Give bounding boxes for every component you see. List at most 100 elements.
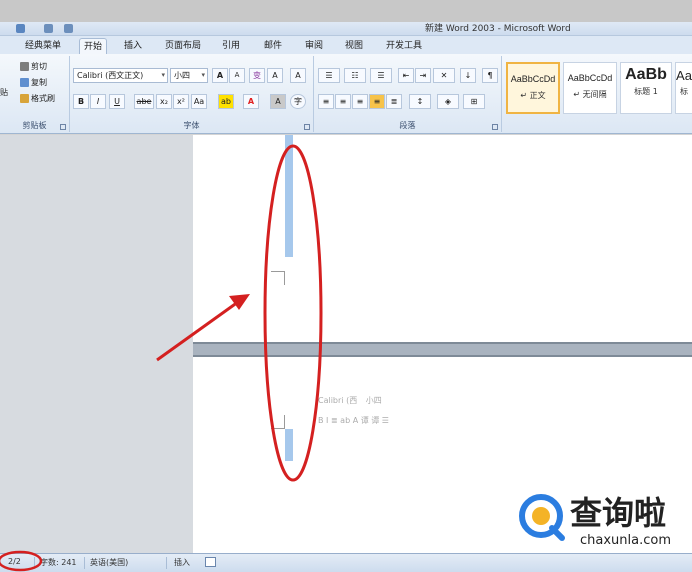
title-bar bbox=[0, 22, 692, 36]
cut-label: 剪切 bbox=[31, 62, 47, 71]
align-right-icon[interactable]: ≡ bbox=[352, 94, 368, 109]
sort-icon[interactable]: ↓ bbox=[460, 68, 476, 83]
page-gap bbox=[193, 346, 692, 355]
word-count[interactable]: 字数: 241 bbox=[40, 557, 77, 568]
bold-button[interactable]: B bbox=[73, 94, 89, 109]
mini-toolbar[interactable]: Calibri (西 小四 B I ≣ ab A 谭 谭 ☰ bbox=[318, 392, 492, 434]
underline-button[interactable]: U bbox=[109, 94, 125, 109]
bullets-icon[interactable]: ☰ bbox=[318, 68, 340, 83]
clipboard-group: 贴 剪切 复制 格式刷 剪贴板 bbox=[0, 56, 70, 132]
tab-view[interactable]: 视图 bbox=[341, 38, 367, 54]
font-size-combo[interactable]: 小四 ▾ bbox=[170, 68, 208, 83]
paragraph-group-label: 段落 bbox=[399, 121, 416, 130]
window-top-strip bbox=[0, 0, 692, 22]
strikethrough-button[interactable]: abe bbox=[134, 94, 154, 109]
phonetic-guide-button[interactable]: 变 bbox=[249, 68, 265, 83]
window-title: 新建 Word 2003 - Microsoft Word bbox=[425, 24, 571, 34]
borders-icon[interactable]: ⊞ bbox=[463, 94, 485, 109]
font-size-value: 小四 bbox=[174, 71, 190, 80]
dialog-launcher-icon[interactable] bbox=[60, 124, 66, 130]
mini-font[interactable]: Calibri (西 bbox=[318, 396, 357, 405]
decrease-indent-icon[interactable]: ⇤ bbox=[398, 68, 414, 83]
change-case-button[interactable]: Aa bbox=[191, 94, 207, 109]
divider bbox=[34, 557, 35, 569]
brush-icon bbox=[20, 94, 29, 103]
scissors-icon bbox=[20, 62, 29, 71]
subscript-button[interactable]: x₂ bbox=[156, 94, 172, 109]
insert-mode[interactable]: 插入 bbox=[174, 557, 190, 568]
style-sample: Aa bbox=[676, 68, 692, 83]
left-margin-area bbox=[0, 135, 193, 553]
highlight-button[interactable]: ab bbox=[218, 94, 234, 109]
clear-format-button[interactable]: A bbox=[267, 68, 283, 83]
grow-font-button[interactable]: A bbox=[212, 68, 228, 83]
tab-page-layout[interactable]: 页面布局 bbox=[161, 38, 205, 54]
font-color-button[interactable]: A bbox=[243, 94, 259, 109]
tab-developer[interactable]: 开发工具 bbox=[382, 38, 426, 54]
cut-button[interactable]: 剪切 bbox=[20, 60, 47, 74]
char-border-button[interactable]: A bbox=[290, 68, 306, 83]
mini-toolbar-row1: Calibri (西 小四 bbox=[318, 395, 382, 411]
watermark-url: chaxunla.com bbox=[580, 533, 671, 548]
save-icon[interactable] bbox=[16, 24, 25, 33]
distributed-icon[interactable]: ≣ bbox=[386, 94, 402, 109]
style-heading2[interactable]: Aa 标 bbox=[675, 62, 692, 114]
paragraph-group: ☰ ☷ ☰ ⇤ ⇥ ✕ ↓ ¶ ≡ ≡ ≡ ≡ ≣ ↕ ◈ ⊞ 段落 bbox=[314, 56, 502, 132]
selection-highlight bbox=[285, 135, 293, 257]
tab-review[interactable]: 审阅 bbox=[301, 38, 327, 54]
chinese-layout-icon[interactable]: ✕ bbox=[433, 68, 455, 83]
multilevel-list-icon[interactable]: ☰ bbox=[370, 68, 392, 83]
macro-record-icon[interactable] bbox=[205, 557, 216, 567]
style-heading1[interactable]: AaBb 标题 1 bbox=[620, 62, 672, 114]
paste-button[interactable]: 贴 bbox=[0, 86, 8, 100]
tab-references[interactable]: 引用 bbox=[218, 38, 244, 54]
dialog-launcher-icon[interactable] bbox=[492, 124, 498, 130]
chevron-down-icon: ▾ bbox=[201, 71, 205, 79]
tab-home[interactable]: 开始 bbox=[79, 38, 108, 54]
shrink-font-button[interactable]: A bbox=[229, 68, 245, 83]
char-shading-button[interactable]: A bbox=[270, 94, 286, 109]
numbering-icon[interactable]: ☷ bbox=[344, 68, 366, 83]
clipboard-group-label: 剪贴板 bbox=[22, 121, 47, 130]
show-marks-icon[interactable]: ¶ bbox=[482, 68, 498, 83]
format-painter-button[interactable]: 格式刷 bbox=[20, 92, 55, 106]
status-bar: 2/2 字数: 241 英语(美国) 插入 bbox=[0, 553, 692, 572]
dialog-launcher-icon[interactable] bbox=[304, 124, 310, 130]
mini-toolbar-row2[interactable]: B I ≣ ab A 谭 谭 ☰ bbox=[318, 415, 389, 431]
quick-access-toolbar[interactable] bbox=[4, 23, 84, 35]
increase-indent-icon[interactable]: ⇥ bbox=[415, 68, 431, 83]
crop-mark bbox=[271, 415, 285, 429]
page-indicator[interactable]: 2/2 bbox=[8, 557, 21, 566]
font-name-combo[interactable]: Calibri (西文正文) ▾ bbox=[73, 68, 168, 83]
align-left-icon[interactable]: ≡ bbox=[318, 94, 334, 109]
style-sample: AaBbCcDd bbox=[567, 73, 613, 83]
style-name: ↵ 正文 bbox=[520, 91, 546, 100]
tab-mailings[interactable]: 邮件 bbox=[260, 38, 286, 54]
document-page-1[interactable] bbox=[193, 135, 692, 344]
style-no-spacing[interactable]: AaBbCcDd ↵ 无间隔 bbox=[563, 62, 617, 114]
superscript-button[interactable]: x² bbox=[173, 94, 189, 109]
line-spacing-icon[interactable]: ↕ bbox=[409, 94, 431, 109]
style-normal[interactable]: AaBbCcDd ↵ 正文 bbox=[506, 62, 560, 114]
tab-classic-menu[interactable]: 经典菜单 bbox=[21, 38, 65, 54]
shading-icon[interactable]: ◈ bbox=[437, 94, 459, 109]
style-sample: AaBbCcDd bbox=[510, 74, 556, 84]
style-name: 标题 1 bbox=[634, 87, 658, 96]
tab-insert[interactable]: 插入 bbox=[120, 38, 146, 54]
italic-button[interactable]: I bbox=[90, 94, 106, 109]
format-painter-label: 格式刷 bbox=[31, 94, 55, 103]
watermark-name: 查询啦 bbox=[570, 494, 667, 532]
undo-icon[interactable] bbox=[44, 24, 53, 33]
enclose-char-button[interactable]: 字 bbox=[290, 94, 306, 109]
justify-icon[interactable]: ≡ bbox=[369, 94, 385, 109]
language-indicator[interactable]: 英语(美国) bbox=[90, 557, 128, 568]
copy-button[interactable]: 复制 bbox=[20, 76, 47, 90]
redo-icon[interactable] bbox=[64, 24, 73, 33]
style-name: ↵ 无间隔 bbox=[573, 90, 607, 99]
mini-size[interactable]: 小四 bbox=[366, 396, 382, 405]
styles-group: AaBbCcDd ↵ 正文 AaBbCcDd ↵ 无间隔 AaBb 标题 1 A… bbox=[502, 56, 692, 132]
align-center-icon[interactable]: ≡ bbox=[335, 94, 351, 109]
style-sample: AaBb bbox=[625, 66, 667, 83]
divider bbox=[166, 557, 167, 569]
ribbon: 贴 剪切 复制 格式刷 剪贴板 Calibri (西文正文) ▾ 小四 ▾ A A … bbox=[0, 54, 692, 134]
